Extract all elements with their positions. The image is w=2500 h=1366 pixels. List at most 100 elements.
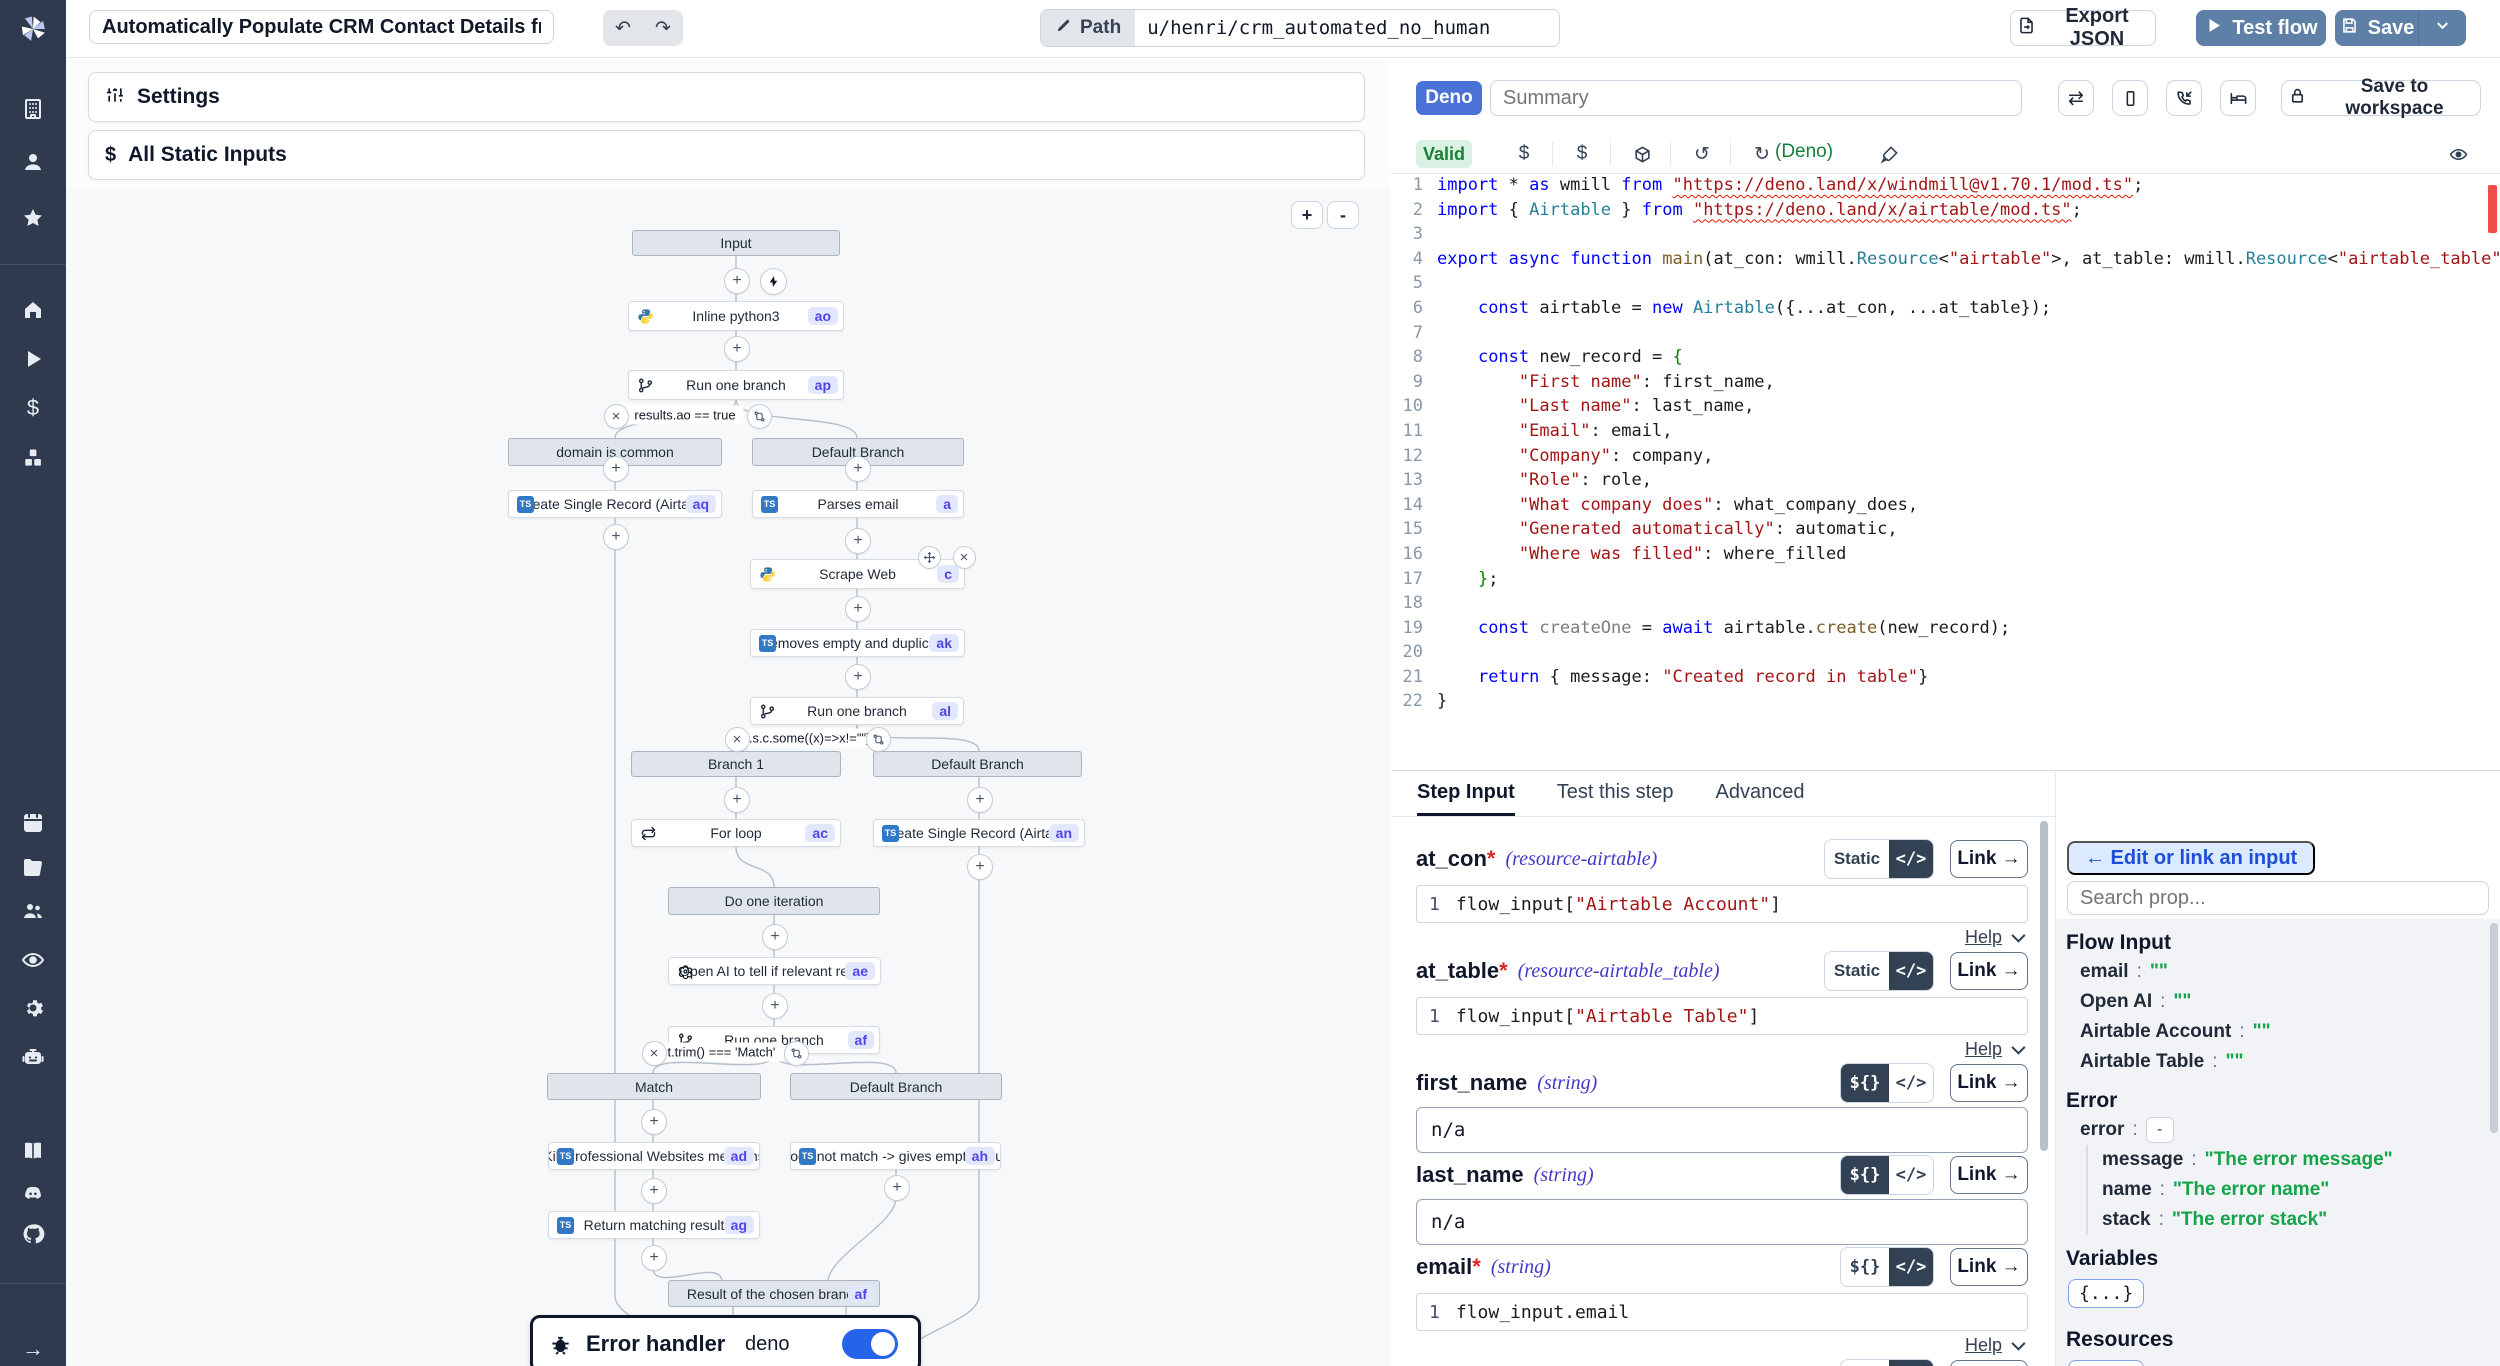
save-to-workspace-button[interactable]: Save to workspace: [2281, 80, 2481, 116]
input-mode-toggle[interactable]: ${}</>: [1840, 1063, 1934, 1103]
flow-node-dnm[interactable]: TSDoes not match -> gives empty valueah: [790, 1142, 1001, 1170]
branch-compare-icon[interactable]: [784, 1041, 809, 1066]
flow-node-input[interactable]: Input: [632, 230, 840, 256]
resources-expand-chip[interactable]: {...}: [2068, 1360, 2144, 1366]
chevron-down-icon[interactable]: [2011, 1041, 2025, 1055]
insert-step-button[interactable]: +: [641, 1109, 667, 1135]
value-input[interactable]: n/a: [1416, 1107, 2028, 1153]
package-tool-icon[interactable]: [1627, 139, 1657, 169]
input-mode-toggle[interactable]: Static</>: [1824, 839, 1934, 879]
dollar-tool-icon[interactable]: $: [1509, 139, 1539, 169]
flow-node-py1[interactable]: Inline python3ao: [628, 301, 844, 331]
template-mode-segment[interactable]: ${}: [1841, 1156, 1889, 1194]
flow-node-pe[interactable]: TSParses emaila: [752, 490, 964, 518]
flow-node-bh5[interactable]: Default Branch: [790, 1073, 1002, 1100]
insert-step-button[interactable]: +: [603, 524, 629, 550]
undo-tool-icon[interactable]: ↺: [1687, 139, 1717, 169]
flow-node-oai[interactable]: Open AI to tell if relevant resultae: [668, 957, 881, 985]
sidebar-calendar-icon[interactable]: [0, 806, 66, 838]
link-button[interactable]: Link →: [1950, 1248, 2028, 1286]
sidebar-eye-icon[interactable]: [0, 944, 66, 976]
flow-title-input[interactable]: [89, 10, 554, 44]
search-prop-input[interactable]: [2067, 881, 2489, 915]
code-editor[interactable]: 1import * as wmill from "https://deno.la…: [1391, 175, 2500, 770]
sidebar-discord-icon[interactable]: [0, 1178, 66, 1210]
prop-open-ai[interactable]: Open AI:"": [2066, 987, 2487, 1017]
flow-node-bh3[interactable]: Branch 1: [631, 751, 841, 777]
flow-node-kill[interactable]: TSKill Professional Websites mentionsad: [548, 1142, 760, 1170]
flow-node-bh4[interactable]: Match: [547, 1073, 761, 1100]
sidebar-gear-icon[interactable]: [0, 992, 66, 1024]
tab-step-input[interactable]: Step Input: [1417, 771, 1515, 816]
prop-stack[interactable]: stack:"The error stack": [2088, 1205, 2487, 1235]
flow-node-red[interactable]: TSRemoves empty and duplicatesak: [750, 629, 965, 657]
insert-step-button[interactable]: +: [762, 993, 788, 1019]
undo-button[interactable]: ↶: [603, 10, 643, 46]
sidebar-home-icon[interactable]: [0, 294, 66, 326]
flow-node-res[interactable]: Result of the chosen branchaf: [668, 1280, 880, 1307]
static-mode-segment[interactable]: Static: [1825, 840, 1889, 878]
expression-editor[interactable]: 1flow_input["Airtable Account"]: [1416, 885, 2028, 923]
sidebar-users-icon[interactable]: [0, 895, 66, 927]
flow-node-csr2[interactable]: TSCreate Single Record (Airtable)an: [873, 819, 1085, 847]
tab-test-this-step[interactable]: Test this step: [1557, 771, 1674, 816]
insert-step-button[interactable]: +: [967, 787, 993, 813]
prop-airtable-account[interactable]: Airtable Account:"": [2066, 1017, 2487, 1047]
error-handler-toggle[interactable]: [842, 1329, 898, 1359]
code-mode-segment[interactable]: </>: [1889, 1360, 1933, 1366]
brush-icon[interactable]: [1874, 139, 1904, 169]
insert-step-button[interactable]: +: [845, 664, 871, 690]
prop-airtable-table[interactable]: Airtable Table:"": [2066, 1047, 2487, 1077]
sidebar-folder-icon[interactable]: [0, 851, 66, 883]
step-scrollbar[interactable]: [2040, 821, 2048, 1151]
input-mode-toggle[interactable]: Static</>: [1824, 951, 1934, 991]
sidebar-star-icon[interactable]: [0, 202, 66, 234]
insert-step-button[interactable]: +: [884, 1175, 910, 1201]
trigger-bolt-icon[interactable]: [760, 268, 787, 295]
input-mode-toggle[interactable]: ${}</>: [1840, 1247, 1934, 1287]
insert-step-button[interactable]: +: [762, 924, 788, 950]
phone-icon[interactable]: [2166, 80, 2202, 116]
redo-button[interactable]: ↷: [643, 10, 683, 46]
help-link[interactable]: Help: [1965, 1039, 2002, 1060]
refresh-tool-icon[interactable]: ↻: [1747, 139, 1777, 169]
help-link[interactable]: Help: [1965, 927, 2002, 948]
insert-step-button[interactable]: +: [845, 456, 871, 482]
help-link[interactable]: Help: [1965, 1335, 2002, 1356]
remove-branch-icon[interactable]: ×: [604, 404, 629, 429]
expression-editor[interactable]: 1flow_input.email: [1416, 1293, 2028, 1331]
sidebar-dollar-icon[interactable]: $: [0, 392, 66, 424]
export-json-button[interactable]: Export JSON: [2010, 10, 2156, 46]
save-button[interactable]: Save: [2335, 10, 2419, 46]
sidebar-user-icon[interactable]: [0, 146, 66, 178]
move-node-icon[interactable]: [918, 546, 941, 569]
template-mode-segment[interactable]: ${}: [1841, 1360, 1889, 1366]
dollar-tool-icon[interactable]: $: [1567, 139, 1597, 169]
insert-step-button[interactable]: +: [641, 1178, 667, 1204]
value-input[interactable]: n/a: [1416, 1199, 2028, 1245]
sidebar-building-icon[interactable]: [0, 93, 66, 125]
sidebar-arrow-right-icon[interactable]: →: [0, 1333, 66, 1365]
code-mode-segment[interactable]: </>: [1889, 1064, 1933, 1102]
branch-compare-icon[interactable]: [866, 727, 891, 752]
insert-step-button[interactable]: +: [724, 268, 750, 294]
windmill-logo-icon[interactable]: [0, 8, 66, 50]
remove-branch-icon[interactable]: ×: [642, 1041, 667, 1066]
prop-email[interactable]: email:"": [2066, 957, 2487, 987]
input-mode-toggle[interactable]: ${}</>: [1840, 1359, 1934, 1366]
path-input[interactable]: [1135, 10, 1559, 46]
insert-step-button[interactable]: +: [724, 787, 750, 813]
prop-error[interactable]: error:-: [2066, 1115, 2487, 1145]
remove-branch-icon[interactable]: ×: [725, 727, 750, 752]
collapse-button[interactable]: -: [2146, 1117, 2174, 1143]
insert-step-button[interactable]: +: [724, 336, 750, 362]
template-mode-segment[interactable]: ${}: [1841, 1064, 1889, 1102]
sidebar-robot-icon[interactable]: [0, 1041, 66, 1073]
code-mode-segment[interactable]: </>: [1889, 1248, 1933, 1286]
template-mode-segment[interactable]: ${}: [1841, 1248, 1889, 1286]
input-mode-toggle[interactable]: ${}</>: [1840, 1155, 1934, 1195]
sidebar-play-icon[interactable]: [0, 343, 66, 375]
sidebar-cubes-icon[interactable]: [0, 442, 66, 474]
flow-node-fl[interactable]: For loopac: [631, 819, 841, 847]
sidebar-book-icon[interactable]: [0, 1135, 66, 1167]
